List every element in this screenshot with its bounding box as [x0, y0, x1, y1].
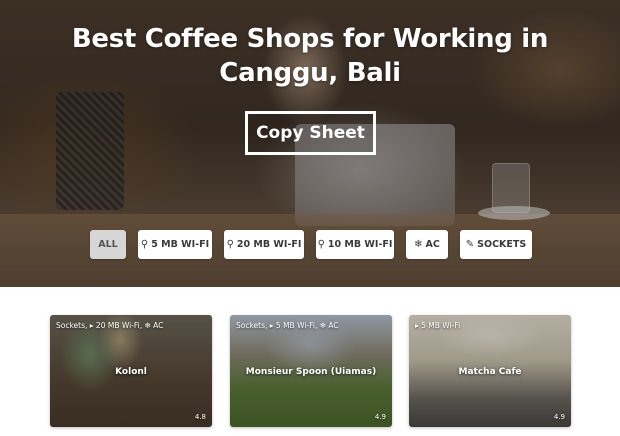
card-rating: 4.8: [194, 413, 206, 421]
shop-card-kolonl[interactable]: Sockets, ▸ 20 MB Wi-Fi, ❄ AC Kolonl 4.8: [50, 315, 212, 427]
filter-bar: ALL ⚲ 5 MB WI-FI ⚲ 20 MB WI-FI ⚲ 10 MB W…: [0, 230, 620, 259]
card-tags: ▸ 5 MB Wi-Fi: [415, 321, 461, 330]
filter-label: AC: [425, 239, 440, 250]
hero-banner: Best Coffee Shops for Working in Canggu,…: [0, 0, 620, 287]
filter-10mb-wifi[interactable]: ⚲ 10 MB WI-FI: [316, 230, 394, 259]
plug-icon: ✎: [465, 238, 475, 250]
filter-label: 5 MB WI-FI: [151, 239, 210, 250]
card-title: Matcha Cafe: [458, 367, 522, 377]
wifi-icon: ⚲: [226, 238, 234, 250]
card-rating: 4.9: [553, 413, 565, 421]
copy-sheet-button[interactable]: Copy Sheet: [245, 111, 376, 155]
wifi-icon: ⚲: [317, 238, 325, 250]
filter-sockets[interactable]: ✎ SOCKETS: [460, 230, 532, 259]
filter-20mb-wifi[interactable]: ⚲ 20 MB WI-FI: [224, 230, 304, 259]
card-tags: Sockets, ▸ 5 MB Wi-Fi, ❄ AC: [236, 321, 339, 330]
coffee-shop-list: Sockets, ▸ 20 MB Wi-Fi, ❄ AC Kolonl 4.8 …: [0, 315, 620, 427]
card-rating: 4.9: [374, 413, 386, 421]
filter-all[interactable]: ALL: [90, 230, 126, 259]
filter-label: ALL: [98, 239, 118, 250]
filter-label: 10 MB WI-FI: [327, 239, 393, 250]
filter-5mb-wifi[interactable]: ⚲ 5 MB WI-FI: [138, 230, 212, 259]
card-tags: Sockets, ▸ 20 MB Wi-Fi, ❄ AC: [56, 321, 164, 330]
filter-label: SOCKETS: [477, 239, 527, 250]
shop-card-matcha-cafe[interactable]: ▸ 5 MB Wi-Fi Matcha Cafe 4.9: [409, 315, 571, 427]
filter-ac[interactable]: ❄ AC: [406, 230, 448, 259]
page-title: Best Coffee Shops for Working in Canggu,…: [71, 24, 549, 88]
snowflake-icon: ❄: [414, 238, 423, 250]
shop-card-monsieur-spoon[interactable]: Sockets, ▸ 5 MB Wi-Fi, ❄ AC Monsieur Spo…: [230, 315, 392, 427]
filter-label: 20 MB WI-FI: [236, 239, 302, 250]
wifi-icon: ⚲: [140, 238, 149, 250]
card-title: Monsieur Spoon (Uiamas): [245, 367, 377, 377]
card-title: Kolonl: [115, 367, 147, 377]
